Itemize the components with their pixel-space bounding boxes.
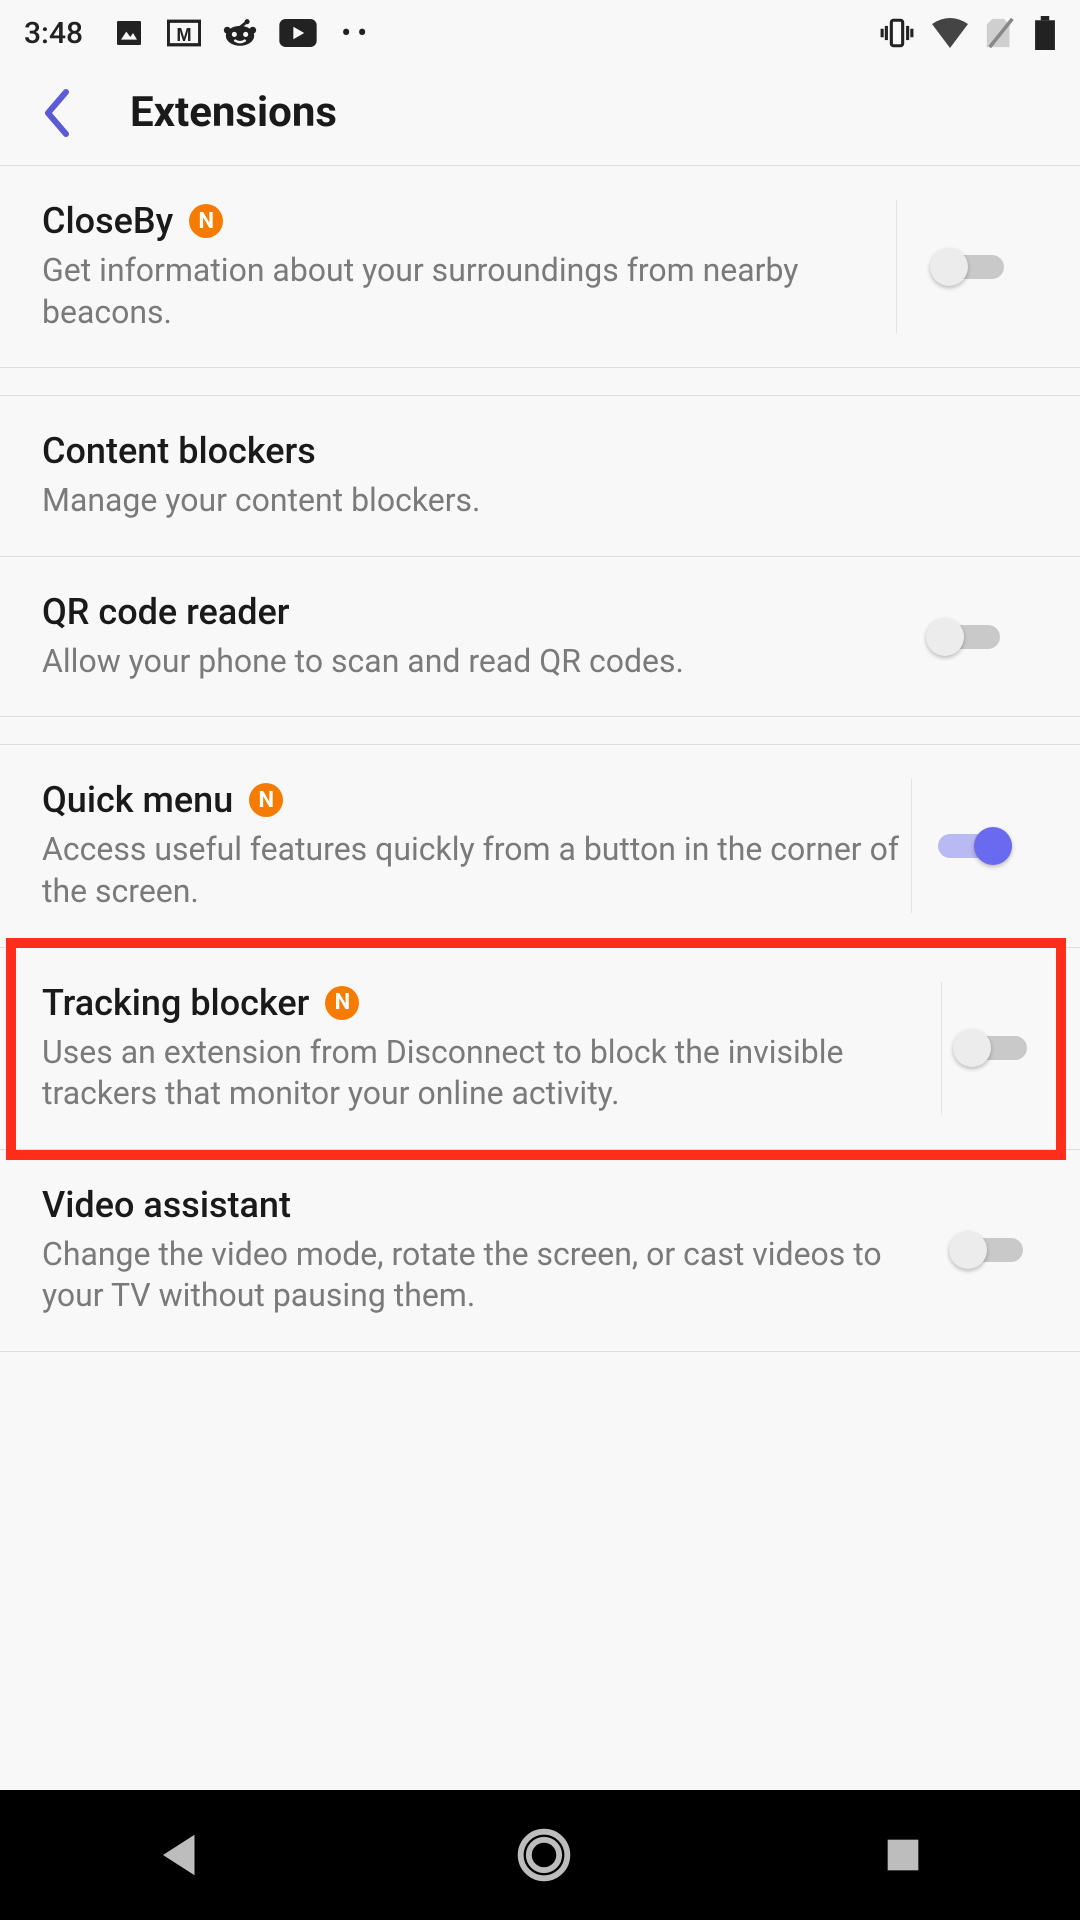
item-body: Content blockers Manage your content blo… <box>42 430 1038 522</box>
item-desc: Get information about your surroundings … <box>42 250 896 333</box>
nav-recent-button[interactable] <box>880 1832 926 1878</box>
item-desc: Uses an extension from Disconnect to blo… <box>42 1032 941 1115</box>
page-title: Extensions <box>130 88 337 137</box>
chevron-left-icon <box>39 89 75 137</box>
item-desc: Access useful features quickly from a bu… <box>42 829 911 912</box>
extension-item-qr-reader[interactable]: QR code reader Allow your phone to scan … <box>0 557 1080 718</box>
switch-thumb <box>926 618 964 656</box>
extension-item-closeby[interactable]: CloseBy N Get information about your sur… <box>0 166 1080 368</box>
status-bar: 3:48 M •• <box>0 0 1080 60</box>
extensions-list: CloseBy N Get information about your sur… <box>0 165 1080 1352</box>
switch-thumb <box>949 1231 987 1269</box>
back-button[interactable] <box>12 68 102 158</box>
status-time: 3:48 <box>24 16 83 51</box>
item-title: Quick menu <box>42 779 233 821</box>
item-title-row: Content blockers <box>42 430 1038 472</box>
reddit-icon <box>223 18 257 48</box>
item-title-row: Quick menu N <box>42 779 911 821</box>
item-body: Video assistant Change the video mode, r… <box>42 1184 934 1317</box>
nav-home-button[interactable] <box>516 1827 572 1883</box>
item-title: Content blockers <box>42 430 316 472</box>
gallery-icon <box>113 17 145 49</box>
item-title: QR code reader <box>42 591 290 633</box>
item-body: Quick menu N Access useful features quic… <box>42 779 911 912</box>
item-title-row: QR code reader <box>42 591 888 633</box>
vibrate-icon <box>880 16 914 50</box>
toggle-closeby[interactable] <box>930 247 1004 287</box>
item-title-row: Video assistant <box>42 1184 934 1226</box>
battery-icon <box>1034 16 1056 50</box>
toggle-wrap <box>941 982 1038 1115</box>
mail-icon: M <box>167 17 201 49</box>
toggle-wrap <box>888 591 1038 683</box>
svg-text:M: M <box>176 24 191 45</box>
item-title: Tracking blocker <box>42 982 309 1024</box>
screen: 3:48 M •• <box>0 0 1080 1920</box>
item-title: CloseBy <box>42 200 173 242</box>
wifi-icon <box>932 18 968 48</box>
item-desc: Allow your phone to scan and read QR cod… <box>42 641 888 683</box>
system-nav-bar <box>0 1790 1080 1920</box>
nav-back-button[interactable] <box>154 1828 208 1882</box>
new-badge-icon: N <box>249 783 283 817</box>
toggle-wrap <box>911 779 1038 912</box>
item-desc: Manage your content blockers. <box>42 480 1038 522</box>
switch-thumb <box>930 248 968 286</box>
toggle-wrap <box>934 1184 1038 1317</box>
extension-item-quick-menu[interactable]: Quick menu N Access useful features quic… <box>0 745 1080 947</box>
toggle-qr-reader[interactable] <box>926 617 1000 657</box>
status-right <box>880 16 1056 50</box>
item-body: CloseBy N Get information about your sur… <box>42 200 896 333</box>
item-title: Video assistant <box>42 1184 291 1226</box>
item-title-row: CloseBy N <box>42 200 896 242</box>
toggle-quick-menu[interactable] <box>938 826 1012 866</box>
new-badge-icon: N <box>189 204 223 238</box>
status-left: 3:48 M •• <box>24 16 373 51</box>
extension-item-video-assistant[interactable]: Video assistant Change the video mode, r… <box>0 1150 1080 1352</box>
toggle-tracking-blocker[interactable] <box>953 1028 1027 1068</box>
section-gap <box>0 717 1080 745</box>
item-body: Tracking blocker N Uses an extension fro… <box>42 982 941 1115</box>
switch-thumb <box>953 1029 991 1067</box>
item-title-row: Tracking blocker N <box>42 982 941 1024</box>
new-badge-icon: N <box>325 986 359 1020</box>
app-header: Extensions <box>0 60 1080 165</box>
more-notifications-icon: •• <box>341 16 373 51</box>
no-sim-icon <box>986 16 1016 50</box>
youtube-icon <box>279 19 317 47</box>
switch-thumb <box>974 827 1012 865</box>
toggle-video-assistant[interactable] <box>949 1230 1023 1270</box>
item-body: QR code reader Allow your phone to scan … <box>42 591 888 683</box>
extension-item-tracking-blocker[interactable]: Tracking blocker N Uses an extension fro… <box>0 948 1080 1150</box>
section-gap <box>0 368 1080 396</box>
item-desc: Change the video mode, rotate the screen… <box>42 1234 934 1317</box>
extension-item-content-blockers[interactable]: Content blockers Manage your content blo… <box>0 396 1080 557</box>
toggle-wrap <box>896 200 1038 333</box>
